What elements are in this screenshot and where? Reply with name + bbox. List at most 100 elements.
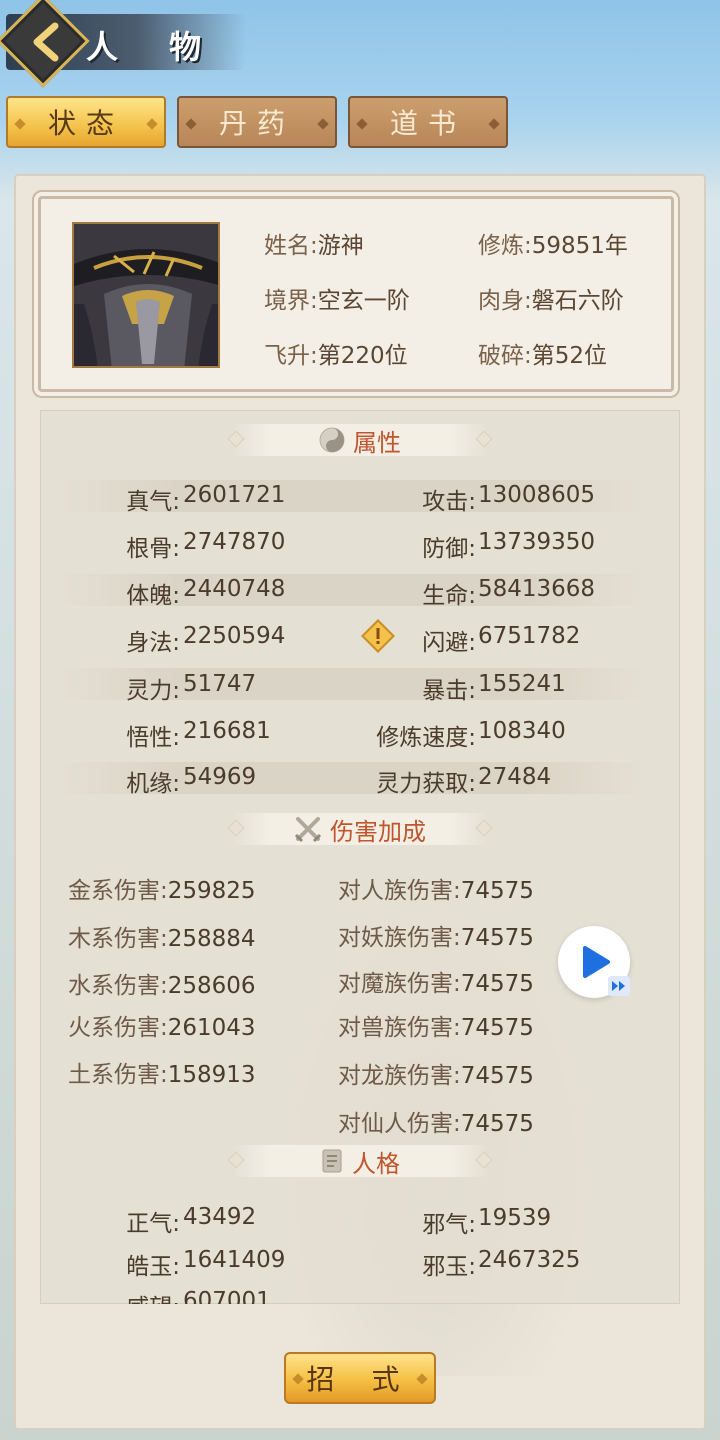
attr-label: 暴击: — [422, 678, 476, 704]
button-ornament — [292, 1373, 304, 1385]
button-ornament — [416, 1373, 428, 1385]
attr-label: 修炼速度: — [376, 725, 476, 751]
damage-stat: 对兽族伤害:74575 — [338, 1008, 534, 1042]
damage-label: 对仙人伤害: — [338, 1111, 461, 1137]
tab-books[interactable]: 道书 — [348, 96, 508, 148]
section-header-personality: 人格 — [227, 1145, 493, 1178]
section-title-personality: 人格 — [352, 1149, 400, 1178]
damage-value: 74575 — [460, 1015, 534, 1041]
attr-value: 155241 — [478, 671, 566, 697]
attr-value: 2440748 — [183, 576, 286, 602]
damage-stat: 对魔族伤害:74575 — [338, 964, 534, 998]
attr-label: 灵力: — [126, 678, 180, 704]
damage-value: 258606 — [167, 973, 256, 999]
attr-value: 2747870 — [183, 529, 286, 555]
attr-value: 2601721 — [183, 482, 286, 508]
damage-value: 74575 — [460, 971, 534, 997]
avatar[interactable] — [72, 222, 220, 368]
info-ascend-label: 飞升: — [264, 343, 318, 369]
section-header-attributes: 属性 — [227, 424, 493, 457]
personality-label: 正气: — [126, 1211, 180, 1237]
info-realm-label: 境界: — [264, 288, 318, 314]
masked-figure-portrait — [74, 224, 218, 366]
info-shatter-label: 破碎: — [478, 343, 532, 369]
info-name-value: 游神 — [317, 233, 364, 259]
info-shatter-value: 第52位 — [531, 343, 608, 369]
attr-label: 体魄: — [126, 583, 180, 609]
tab-ornament — [488, 118, 500, 130]
tab-ornament — [14, 118, 26, 130]
tab-ornament — [185, 118, 197, 130]
attr-value: 108340 — [478, 718, 566, 744]
damage-stat: 对妖族伤害:74575 — [338, 918, 534, 952]
personality-value: 607001 — [183, 1288, 271, 1304]
attr-value: 58413668 — [478, 576, 596, 602]
moves-button[interactable]: 招 式 — [284, 1352, 436, 1404]
chevron-left-icon[interactable] — [25, 22, 69, 62]
damage-label: 土系伤害: — [68, 1062, 168, 1088]
damage-label: 对人族伤害: — [338, 878, 461, 904]
attr-value: 27484 — [478, 764, 552, 790]
personality-label: 威望: — [96, 1288, 180, 1304]
attr-value: 2250594 — [183, 623, 286, 649]
info-realm-value: 空玄一阶 — [317, 288, 410, 314]
damage-label: 对龙族伤害: — [338, 1063, 461, 1089]
section-title-damage: 伤害加成 — [330, 817, 426, 846]
damage-label: 水系伤害: — [68, 973, 168, 999]
attr-value: 6751782 — [478, 623, 581, 649]
tab-books-label: 道书 — [389, 107, 466, 140]
info-cultivation: 修炼:59851年 — [478, 226, 628, 260]
damage-value: 158913 — [167, 1062, 256, 1088]
damage-label: 木系伤害: — [68, 926, 168, 952]
damage-stat: 水系伤害:258606 — [68, 966, 256, 1000]
damage-label: 火系伤害: — [68, 1015, 168, 1041]
damage-stat: 土系伤害:158913 — [68, 1055, 256, 1089]
damage-value: 74575 — [460, 925, 534, 951]
attr-label: 机缘: — [126, 771, 180, 797]
info-name-label: 姓名: — [264, 233, 318, 259]
personality-label: 皓玉: — [126, 1254, 180, 1280]
clipped-row: 威望: 607001 — [40, 1288, 680, 1304]
attr-label: 根骨: — [126, 536, 180, 562]
header: 人 物 — [0, 0, 720, 90]
attr-label: 攻击: — [422, 489, 476, 515]
damage-value: 258884 — [167, 926, 256, 952]
tab-pills-label: 丹药 — [218, 107, 295, 140]
damage-value: 74575 — [460, 1063, 534, 1089]
tab-status[interactable]: 状态 — [6, 96, 166, 148]
attr-label: 悟性: — [126, 725, 180, 751]
info-cultivation-value: 59851年 — [531, 233, 628, 259]
info-realm: 境界:空玄一阶 — [264, 281, 410, 315]
info-body-label: 肉身: — [478, 288, 532, 314]
attr-label: 闪避: — [422, 630, 476, 656]
tab-ornament — [317, 118, 329, 130]
damage-label: 金系伤害: — [68, 878, 168, 904]
scroll-icon — [322, 1149, 342, 1173]
damage-value: 261043 — [167, 1015, 256, 1041]
damage-label: 对兽族伤害: — [338, 1015, 461, 1041]
personality-value: 43492 — [183, 1204, 257, 1230]
tab-pills[interactable]: 丹药 — [177, 96, 337, 148]
personality-value: 2467325 — [478, 1247, 581, 1273]
attr-label: 身法: — [126, 630, 180, 656]
damage-stat: 对仙人伤害:74575 — [338, 1104, 534, 1138]
attr-value: 51747 — [183, 671, 257, 697]
fast-forward-icon[interactable] — [608, 976, 630, 996]
personality-label: 邪气: — [422, 1212, 476, 1238]
moves-button-label: 招 式 — [306, 1363, 414, 1396]
damage-value: 74575 — [460, 878, 534, 904]
damage-stat: 对龙族伤害:74575 — [338, 1056, 534, 1090]
tab-status-label: 状态 — [47, 107, 124, 140]
damage-value: 74575 — [460, 1111, 534, 1137]
info-ascend: 飞升:第220位 — [264, 336, 408, 370]
section-title-attributes: 属性 — [353, 428, 401, 457]
personality-value: 19539 — [478, 1205, 552, 1231]
info-body-value: 磐石六阶 — [531, 288, 624, 314]
damage-stat: 对人族伤害:74575 — [338, 871, 534, 905]
page-title: 人 物 — [86, 28, 222, 66]
personality-value: 1641409 — [183, 1247, 286, 1273]
yin-yang-icon — [319, 427, 345, 453]
attr-label: 生命: — [422, 583, 476, 609]
info-ascend-value: 第220位 — [317, 343, 408, 369]
damage-label: 对魔族伤害: — [338, 971, 461, 997]
